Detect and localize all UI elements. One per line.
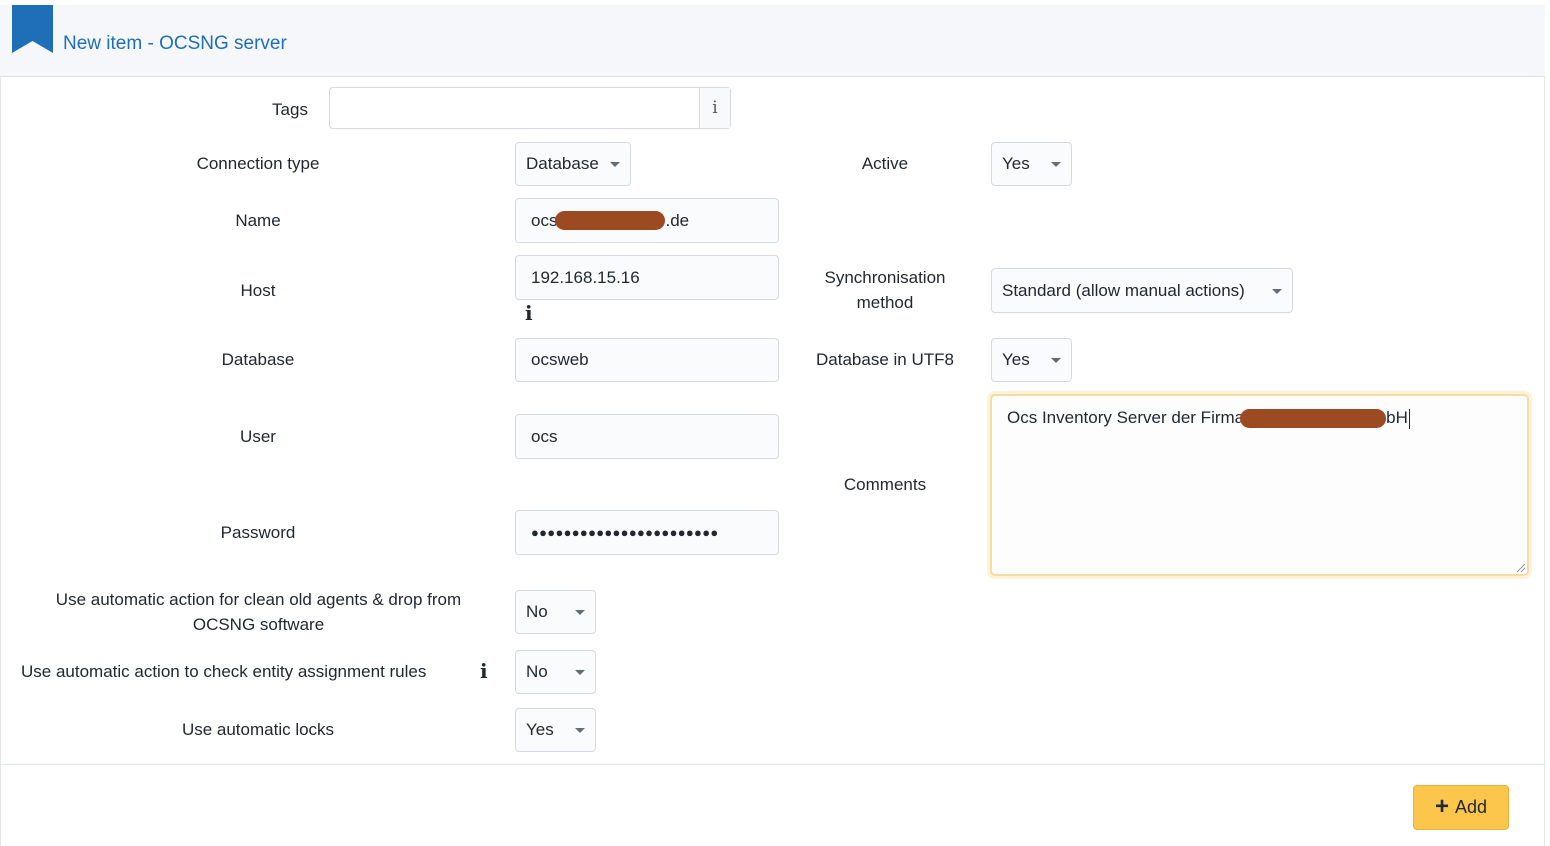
chevron-down-icon xyxy=(575,610,585,615)
chevron-down-icon xyxy=(1051,162,1061,167)
tags-input[interactable]: i xyxy=(329,87,731,129)
panel-header: New item - OCSNG server xyxy=(0,5,1545,77)
entity-rules-label: Use automatic action to check entity ass… xyxy=(21,662,427,681)
chevron-down-icon xyxy=(1051,358,1061,363)
clean-agents-label-line1: Use automatic action for clean old agent… xyxy=(55,590,462,609)
active-value: Yes xyxy=(1002,154,1030,173)
info-icon[interactable]: i xyxy=(699,88,730,128)
clean-agents-label: Use automatic action for clean old agent… xyxy=(20,587,497,637)
footer-divider xyxy=(0,764,1545,765)
host-value: 192.168.15.16 xyxy=(531,267,640,287)
database-label: Database xyxy=(221,350,295,369)
db-utf8-select[interactable]: Yes xyxy=(991,338,1072,382)
password-label: Password xyxy=(220,523,296,542)
info-icon[interactable]: i xyxy=(480,659,488,683)
host-label: Host xyxy=(240,281,276,300)
sync-method-label-line1: Synchronisation xyxy=(824,268,946,287)
sync-method-label: Synchronisation method xyxy=(800,265,970,315)
tags-label: Tags xyxy=(272,100,308,119)
clean-agents-value: No xyxy=(526,602,548,621)
database-input[interactable]: ocsweb xyxy=(515,338,779,382)
user-label: User xyxy=(240,427,276,446)
sync-method-value: Standard (allow manual actions) xyxy=(1002,280,1245,300)
db-utf8-label: Database in UTF8 xyxy=(816,350,954,369)
chevron-down-icon xyxy=(1272,288,1282,294)
chevron-down-icon xyxy=(575,670,585,675)
active-select[interactable]: Yes xyxy=(991,142,1072,186)
auto-locks-value: Yes xyxy=(526,720,554,739)
comments-label: Comments xyxy=(843,475,927,494)
auto-locks-select[interactable]: Yes xyxy=(515,708,596,752)
add-button[interactable]: + Add xyxy=(1413,785,1509,830)
resize-handle[interactable] xyxy=(1517,564,1525,572)
add-button-label: Add xyxy=(1454,797,1488,817)
clean-agents-label-line2: OCSNG software xyxy=(192,615,325,634)
auto-locks-label: Use automatic locks xyxy=(181,720,335,739)
comments-value-suffix: bH xyxy=(1386,408,1408,427)
entity-rules-value: No xyxy=(526,662,548,681)
chevron-down-icon xyxy=(575,728,585,733)
info-icon[interactable]: i xyxy=(525,301,533,325)
redaction-mark xyxy=(555,211,666,230)
page-title: New item - OCSNG server xyxy=(63,33,287,54)
name-input[interactable]: ocs .de xyxy=(515,198,779,243)
name-label: Name xyxy=(235,211,281,230)
chevron-down-icon xyxy=(610,162,620,167)
user-value: ocs xyxy=(531,426,558,446)
connection-type-select[interactable]: Database xyxy=(515,142,631,186)
host-input[interactable]: 192.168.15.16 xyxy=(515,255,779,300)
text-cursor xyxy=(1408,408,1410,429)
user-input[interactable]: ocs xyxy=(515,414,779,459)
name-value-suffix: .de xyxy=(665,210,690,230)
active-label: Active xyxy=(861,154,909,173)
redaction-mark xyxy=(1240,409,1387,429)
comments-textarea[interactable]: Ocs Inventory Server der Firma bH xyxy=(990,394,1529,576)
clean-agents-select[interactable]: No xyxy=(515,590,596,634)
plus-icon: + xyxy=(1434,792,1449,820)
sync-method-label-line2: method xyxy=(856,293,914,312)
entity-rules-select[interactable]: No xyxy=(515,650,596,694)
db-utf8-value: Yes xyxy=(1002,350,1030,369)
database-value: ocsweb xyxy=(531,350,589,369)
connection-type-value: Database xyxy=(526,154,599,173)
password-value: ●●●●●●●●●●●●●●●●●●●●●●● xyxy=(531,525,719,540)
connection-type-label: Connection type xyxy=(196,154,320,173)
comments-value-prefix: Ocs Inventory Server der Firma xyxy=(1007,408,1245,427)
bookmark-icon xyxy=(12,5,53,53)
name-value-prefix: ocs xyxy=(531,210,558,230)
sync-method-select[interactable]: Standard (allow manual actions) xyxy=(991,268,1293,313)
password-input[interactable]: ●●●●●●●●●●●●●●●●●●●●●●● xyxy=(515,510,779,555)
